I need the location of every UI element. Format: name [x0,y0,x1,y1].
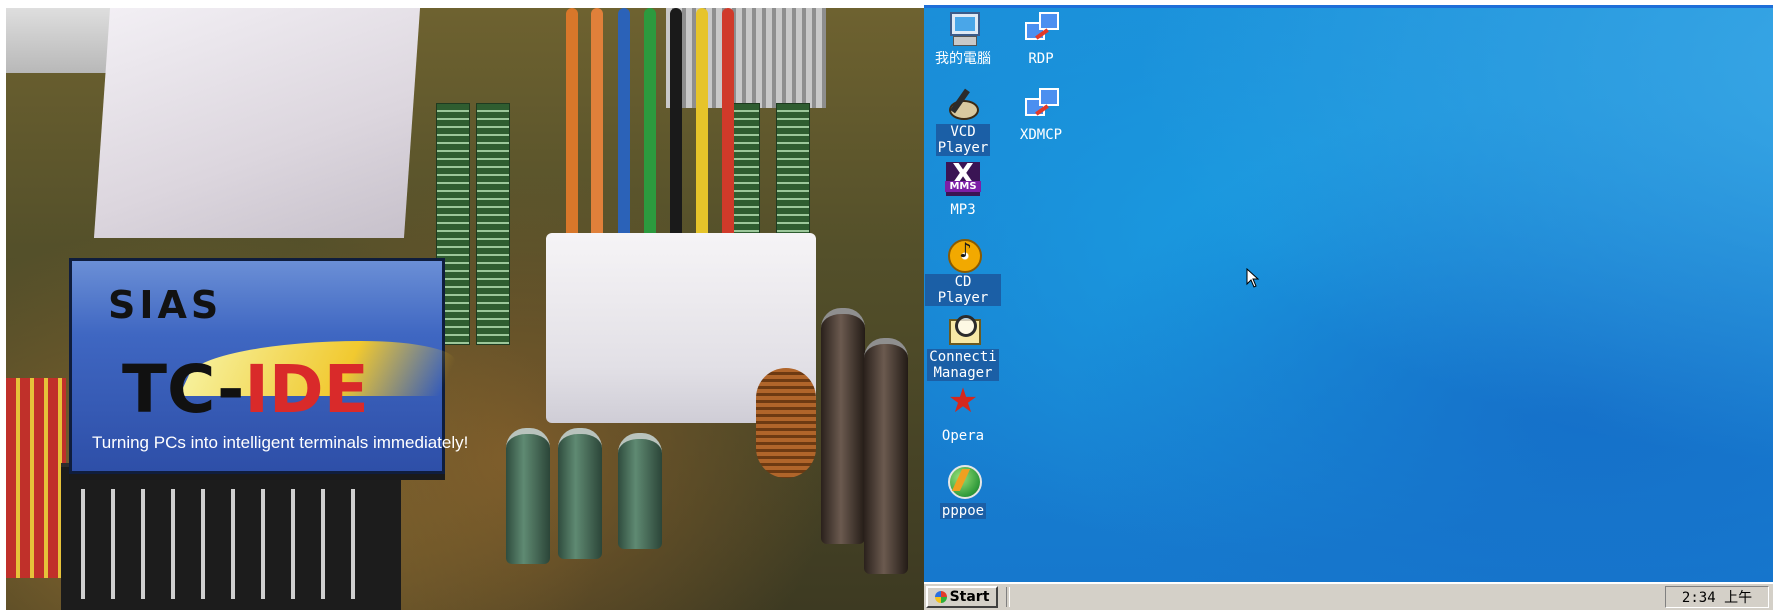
photo-capacitor [821,308,865,544]
photo-ram-slot [476,103,510,345]
desktop-icon-label: RDP [1028,51,1054,67]
pppoe-icon [945,462,982,499]
network-computers-icon [1023,10,1059,46]
sias-product-name: TC-IDE [122,351,369,428]
desktop-icon-label: Connecti Manager [927,349,999,381]
desktop-icon-label: CD Player [925,274,1001,306]
photo-pin [141,489,145,599]
label-line-2: Player [937,140,989,156]
photo-pin [81,489,85,599]
photo-capacitor [618,433,662,549]
photo-wire [591,8,603,243]
sias-slogan: Turning PCs into intelligent terminals i… [92,433,469,452]
desktop[interactable]: 我的電腦 RDP VCD Player XDMCP X MMS MP3 ♪ CD… [924,8,1773,582]
vcd-player-icon [945,86,981,122]
photo-power-cable [6,378,66,578]
network-computers-icon [1023,86,1059,122]
label-line-1: Connecti [929,349,997,365]
photo-wire [670,8,682,243]
photo-pin [201,489,205,599]
photo-toroid-coil [756,368,816,478]
photo-pin [321,489,325,599]
sias-brand-logo: SIAS [108,283,223,327]
desktop-icon-connection-manager[interactable]: Connecti Manager [925,311,1001,381]
desktop-icon-label: XDMCP [1019,127,1063,143]
photo-wire [722,8,734,243]
cd-player-icon: ♪ [945,236,982,273]
start-button[interactable]: Start [926,586,998,608]
desktop-icon-label: MP3 [950,202,976,218]
sias-product-card: SIAS TC-IDE Turning PCs into intelligent… [69,258,468,474]
photo-capacitor [864,338,908,574]
photo-pin [291,489,295,599]
start-label: Start [949,589,990,605]
photo-pin [351,489,355,599]
desktop-icon-label: VCD Player [935,124,991,156]
photo-capacitor [558,428,602,559]
desktop-icon-mp3[interactable]: X MMS MP3 [925,157,1001,218]
product-prefix: TC- [122,351,245,428]
photo-wire [696,8,708,243]
system-tray-clock[interactable]: 2:34 上午 [1665,586,1769,608]
label-line-2: Manager [933,365,993,381]
desktop-icon-rdp[interactable]: RDP [1003,10,1079,67]
connection-manager-icon [945,311,981,347]
desktop-icon-opera[interactable]: ★ Opera [925,381,1001,444]
desktop-icon-pppoe[interactable]: pppoe [925,462,1001,519]
my-computer-icon [945,10,981,46]
desktop-icon-cd-player[interactable]: ♪ CD Player [925,236,1001,306]
photo-pin [111,489,115,599]
mms-badge: MMS [945,181,981,192]
desktop-icon-label: pppoe [939,503,987,519]
clock-text: 2:34 上午 [1681,590,1753,606]
photo-pin [171,489,175,599]
photo-wire [566,8,578,243]
photo-capacitor [506,428,550,564]
desktop-icon-label: Opera [941,428,985,444]
mms-mp3-icon: X MMS [945,157,981,197]
product-photo: SIAS TC-IDE Turning PCs into intelligent… [6,8,924,610]
photo-heatsink [666,8,826,108]
start-logo-icon [934,591,947,603]
desktop-icon-label: 我的電腦 [935,51,991,67]
desktop-icon-xdmcp[interactable]: XDMCP [1003,86,1079,143]
photo-wire [618,8,630,243]
photo-pin [231,489,235,599]
taskbar-separator [1006,587,1010,607]
taskbar: Start 2:34 上午 [924,582,1773,610]
opera-icon: ★ [947,381,979,421]
photo-ide-header [61,463,401,610]
product-suffix: IDE [244,351,369,428]
screen-top-edge [924,0,1773,8]
label-line-1: VCD [950,124,976,140]
desktop-icon-my-computer[interactable]: 我的電腦 [925,10,1001,67]
desktop-icon-vcd-player[interactable]: VCD Player [925,86,1001,156]
photo-wire [644,8,656,243]
photo-pin [261,489,265,599]
photo-ribbon-cable [93,8,421,238]
